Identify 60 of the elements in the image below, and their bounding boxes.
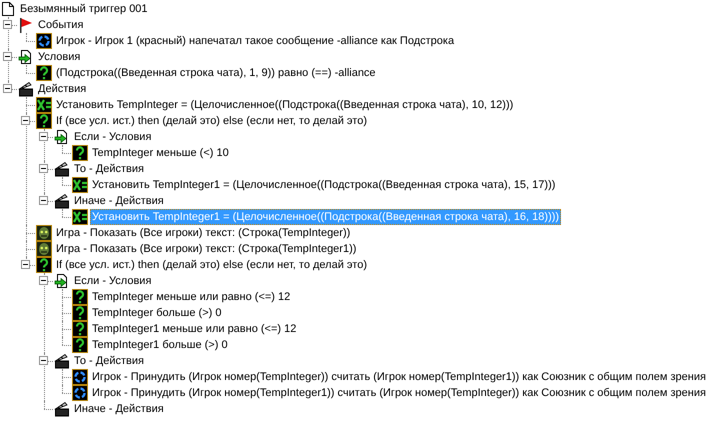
clapperboard-icon (18, 81, 34, 97)
flag-icon (18, 17, 34, 33)
clapperboard-icon (54, 161, 70, 177)
tree-item-label[interactable]: TempInteger больше (>) 0 (90, 305, 224, 321)
tree-item-label[interactable]: Действия (36, 81, 88, 97)
question-icon (72, 321, 88, 337)
tree-item-label[interactable]: Если - Условия (72, 129, 154, 145)
question-icon (36, 65, 52, 81)
tree-item-label[interactable]: Игра - Показать (Все игроки) текст: (Строка(TempInteger)) (54, 225, 352, 241)
cross-equals-icon (72, 177, 88, 193)
clapperboard-icon (54, 193, 70, 209)
question-icon (72, 289, 88, 305)
cross-equals-icon (72, 209, 88, 225)
question-icon (72, 145, 88, 161)
tree-item-label[interactable]: Игра - Показать (Все игроки) текст: (Строка(TempInteger1)) (54, 241, 358, 257)
circular-arrows-icon (36, 33, 52, 49)
tree-item-label[interactable]: (Подстрока((Введенная строка чата), 1, 9)) равно (==) -alliance (54, 65, 378, 81)
collapse-toggle[interactable] (39, 356, 48, 365)
tree-item-label[interactable]: Игрок - Принудить (Игрок номер(TempInteger1)) считать (Игрок номер(TempInteger)) как Союзник с общим полем зрения (90, 385, 708, 401)
tree-item-label[interactable]: То - Действия (72, 161, 146, 177)
question-icon (72, 337, 88, 353)
circular-arrows-icon (72, 369, 88, 385)
tree-item-label[interactable]: TempInteger меньше или равно (<=) 12 (90, 289, 292, 305)
tree-item-label[interactable]: Игрок - Игрок 1 (красный) напечатал такое сообщение -alliance как Подстрока (54, 33, 456, 49)
document-arrow-icon (18, 49, 34, 65)
document-arrow-icon (54, 273, 70, 289)
collapse-toggle[interactable] (3, 52, 12, 61)
cross-equals-icon (36, 97, 52, 113)
clapperboard-icon (54, 353, 70, 369)
tree-item-label[interactable]: Условия (36, 49, 82, 65)
tree-item-label[interactable]: События (36, 17, 86, 33)
collapse-toggle[interactable] (21, 116, 30, 125)
creature-icon (36, 225, 52, 241)
collapse-toggle[interactable] (3, 20, 12, 29)
clapperboard-icon (54, 401, 70, 417)
tree-item-label[interactable]: Иначе - Действия (72, 401, 166, 417)
tree-item-label[interactable]: TempInteger меньше (<) 10 (90, 145, 231, 161)
tree-item-label[interactable]: Игрок - Принудить (Игрок номер(TempInteger)) считать (Игрок номер(TempInteger1)) как Союзник с общим полем зрения (90, 369, 708, 385)
tree-item-label[interactable]: Установить TempInteger = (Целочисленное((Подстрока((Введенная строка чата), 10, 12))) (54, 97, 516, 113)
collapse-toggle[interactable] (39, 276, 48, 285)
document-arrow-icon (54, 129, 70, 145)
question-icon (36, 113, 52, 129)
tree-item-label[interactable]: То - Действия (72, 353, 146, 369)
tree-item-label[interactable]: Иначе - Действия (72, 193, 166, 209)
tree-item-label[interactable]: Безымянный триггер 001 (18, 1, 150, 17)
creature-icon (36, 241, 52, 257)
question-icon (72, 305, 88, 321)
circular-arrows-icon (72, 385, 88, 401)
collapse-toggle[interactable] (39, 132, 48, 141)
collapse-toggle[interactable] (21, 260, 30, 269)
collapse-toggle[interactable] (39, 164, 48, 173)
tree-item-label[interactable]: TempInteger1 меньше или равно (<=) 12 (90, 321, 298, 337)
question-icon (36, 257, 52, 273)
tree-item-label[interactable]: Установить TempInteger1 = (Целочисленное((Подстрока((Введенная строка чата), 15, 17))) (90, 177, 558, 193)
collapse-toggle[interactable] (3, 84, 12, 93)
tree-item-label[interactable]: If (все усл. ист.) then (делай это) else (если нет, то делай это) (54, 113, 369, 129)
tree-item-label[interactable]: Если - Условия (72, 273, 154, 289)
tree-item-label[interactable]: TempInteger1 больше (>) 0 (90, 337, 230, 353)
collapse-toggle[interactable] (39, 196, 48, 205)
tree-item-label[interactable]: If (все усл. ист.) then (делай это) else (если нет, то делай это) (54, 257, 369, 273)
